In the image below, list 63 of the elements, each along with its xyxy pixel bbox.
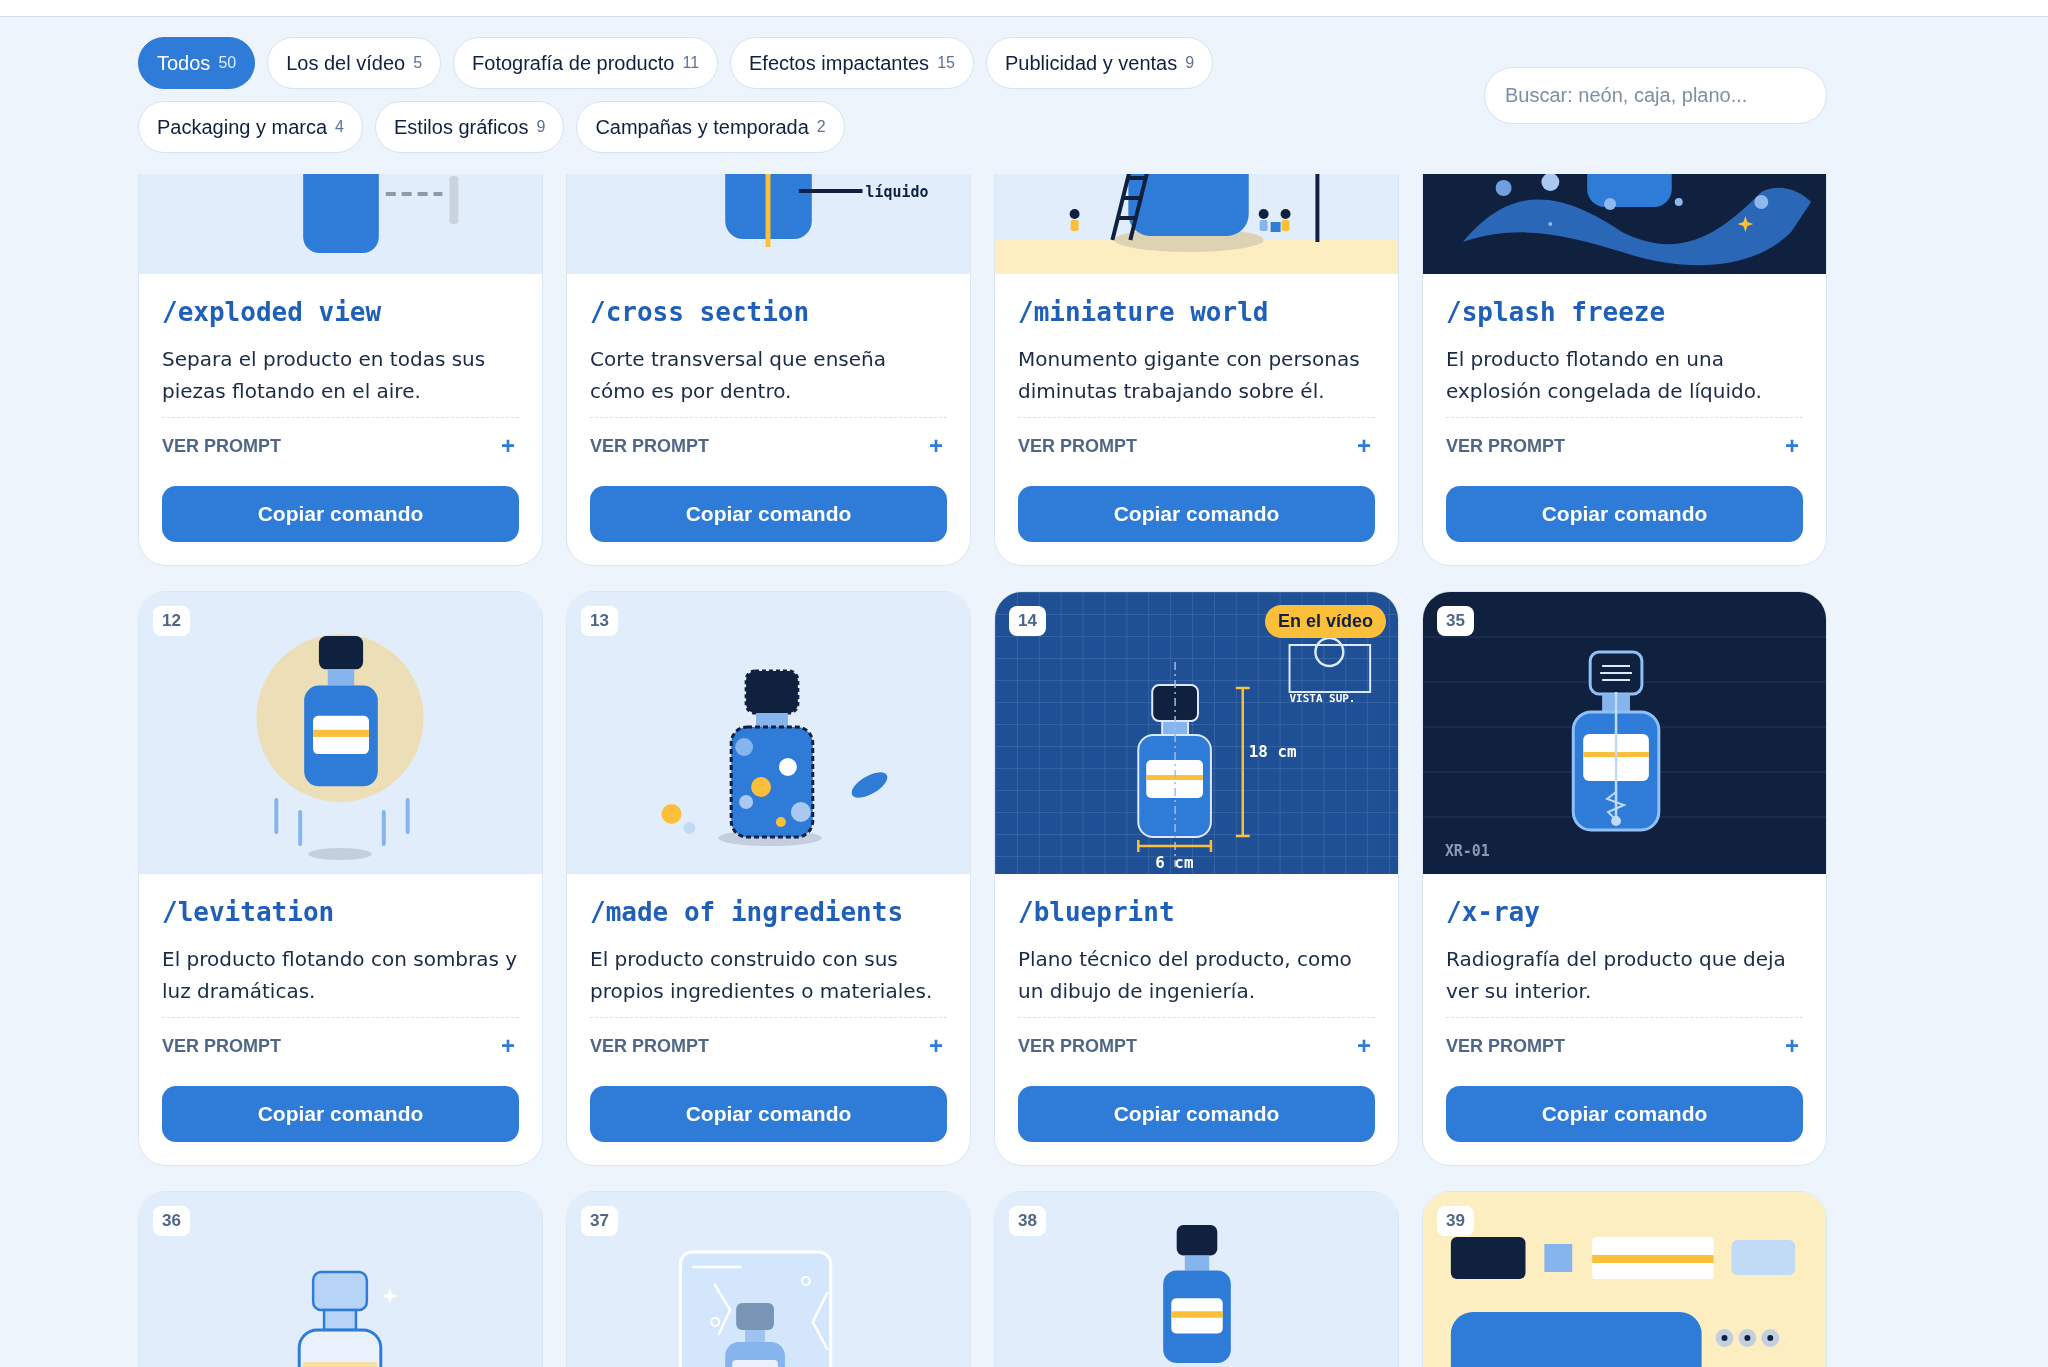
card-title: /blueprint <box>1018 897 1176 927</box>
filter-chip[interactable]: Campañas y temporada 2 <box>576 101 845 153</box>
filter-chip[interactable]: Efectos impactantes 15 <box>730 37 974 89</box>
card-description: Monumento gigante con personas diminutas trabajando sobre él. <box>1018 346 1361 405</box>
card-description: Corte transversal que enseña cómo es por dentro. <box>590 346 887 405</box>
filter-chip[interactable]: Estilos gráficos 9 <box>375 101 565 153</box>
card-description: Plano técnico del producto, como un dibujo de ingeniería. <box>1018 946 1353 1005</box>
copy-command-button[interactable]: Copiar comando <box>1018 486 1375 542</box>
card-number: 14 <box>1009 606 1046 636</box>
card-title: /x-ray <box>1446 897 1541 927</box>
expand-icon[interactable]: + <box>929 432 947 460</box>
card-description: Separa el producto en todas sus piezas flotando en el aire. <box>162 346 487 405</box>
card-description: El producto flotando con sombras y luz dramáticas. <box>162 946 519 1005</box>
expand-icon[interactable]: + <box>1357 1032 1375 1060</box>
card-number: 39 <box>1437 1206 1474 1236</box>
card-description: El producto flotando en una explosión congelada de líquido. <box>1446 346 1763 405</box>
view-prompt-toggle[interactable]: VER PROMPT <box>1018 435 1137 457</box>
copy-command-button[interactable]: Copiar comando <box>590 1086 947 1142</box>
expand-icon[interactable]: + <box>501 1032 519 1060</box>
card-number: 13 <box>581 606 618 636</box>
view-prompt-toggle[interactable]: VER PROMPT <box>1018 1035 1137 1057</box>
card-number: 38 <box>1009 1206 1046 1236</box>
copy-command-button[interactable]: Copiar comando <box>1018 1086 1375 1142</box>
view-prompt-toggle[interactable]: VER PROMPT <box>590 435 709 457</box>
card-title: /made of ingredients <box>590 897 905 927</box>
copy-command-button[interactable]: Copiar comando <box>590 486 947 542</box>
expand-icon[interactable]: + <box>1785 432 1803 460</box>
callout-label: líquido <box>865 182 929 201</box>
copy-command-button[interactable]: Copiar comando <box>162 1086 519 1142</box>
expand-icon[interactable]: + <box>1357 432 1375 460</box>
card-number: 37 <box>581 1206 618 1236</box>
card-number: 36 <box>153 1206 190 1236</box>
search-field[interactable]: Buscar: neón, caja, plano... <box>1484 67 1827 124</box>
view-prompt-toggle[interactable]: VER PROMPT <box>162 435 281 457</box>
expand-icon[interactable]: + <box>929 1032 947 1060</box>
card-title: /splash freeze <box>1446 297 1667 327</box>
view-label: VISTA SUP. <box>1289 692 1356 705</box>
card-title: /cross section <box>590 297 811 327</box>
expand-icon[interactable]: + <box>501 432 519 460</box>
card-number: 35 <box>1437 606 1474 636</box>
expand-icon[interactable]: + <box>1785 1032 1803 1060</box>
copy-command-button[interactable]: Copiar comando <box>1446 486 1803 542</box>
view-prompt-toggle[interactable]: VER PROMPT <box>162 1035 281 1057</box>
card-number: 12 <box>153 606 190 636</box>
card-title: /levitation <box>162 897 336 927</box>
view-prompt-toggle[interactable]: VER PROMPT <box>1446 435 1565 457</box>
filter-chip[interactable]: Fotografía de producto 11 <box>453 37 719 89</box>
view-prompt-toggle[interactable]: VER PROMPT <box>1446 1035 1565 1057</box>
video-badge: En el vídeo <box>1264 605 1386 638</box>
copy-command-button[interactable]: Copiar comando <box>1446 1086 1803 1142</box>
card-title: /miniature world <box>1018 297 1270 327</box>
filter-chip[interactable]: Packaging y marca 4 <box>138 101 363 153</box>
filter-chip[interactable]: Publicidad y ventas 9 <box>985 37 1214 89</box>
filter-chip[interactable]: Los del vídeo 5 <box>267 37 442 89</box>
copy-command-button[interactable]: Copiar comando <box>162 486 519 542</box>
card-description: El producto construido con sus propios ingredientes o materiales. <box>590 946 934 1005</box>
filter-chip[interactable]: Todos 50 <box>138 37 256 89</box>
dimension-label: 6 cm <box>1155 852 1194 872</box>
code-label: XR-01 <box>1444 841 1490 860</box>
card-title: /exploded view <box>162 297 383 327</box>
card-description: Radiografía del producto que deja ver su interior. <box>1446 946 1787 1005</box>
view-prompt-toggle[interactable]: VER PROMPT <box>590 1035 709 1057</box>
dimension-label: 18 cm <box>1248 741 1297 761</box>
